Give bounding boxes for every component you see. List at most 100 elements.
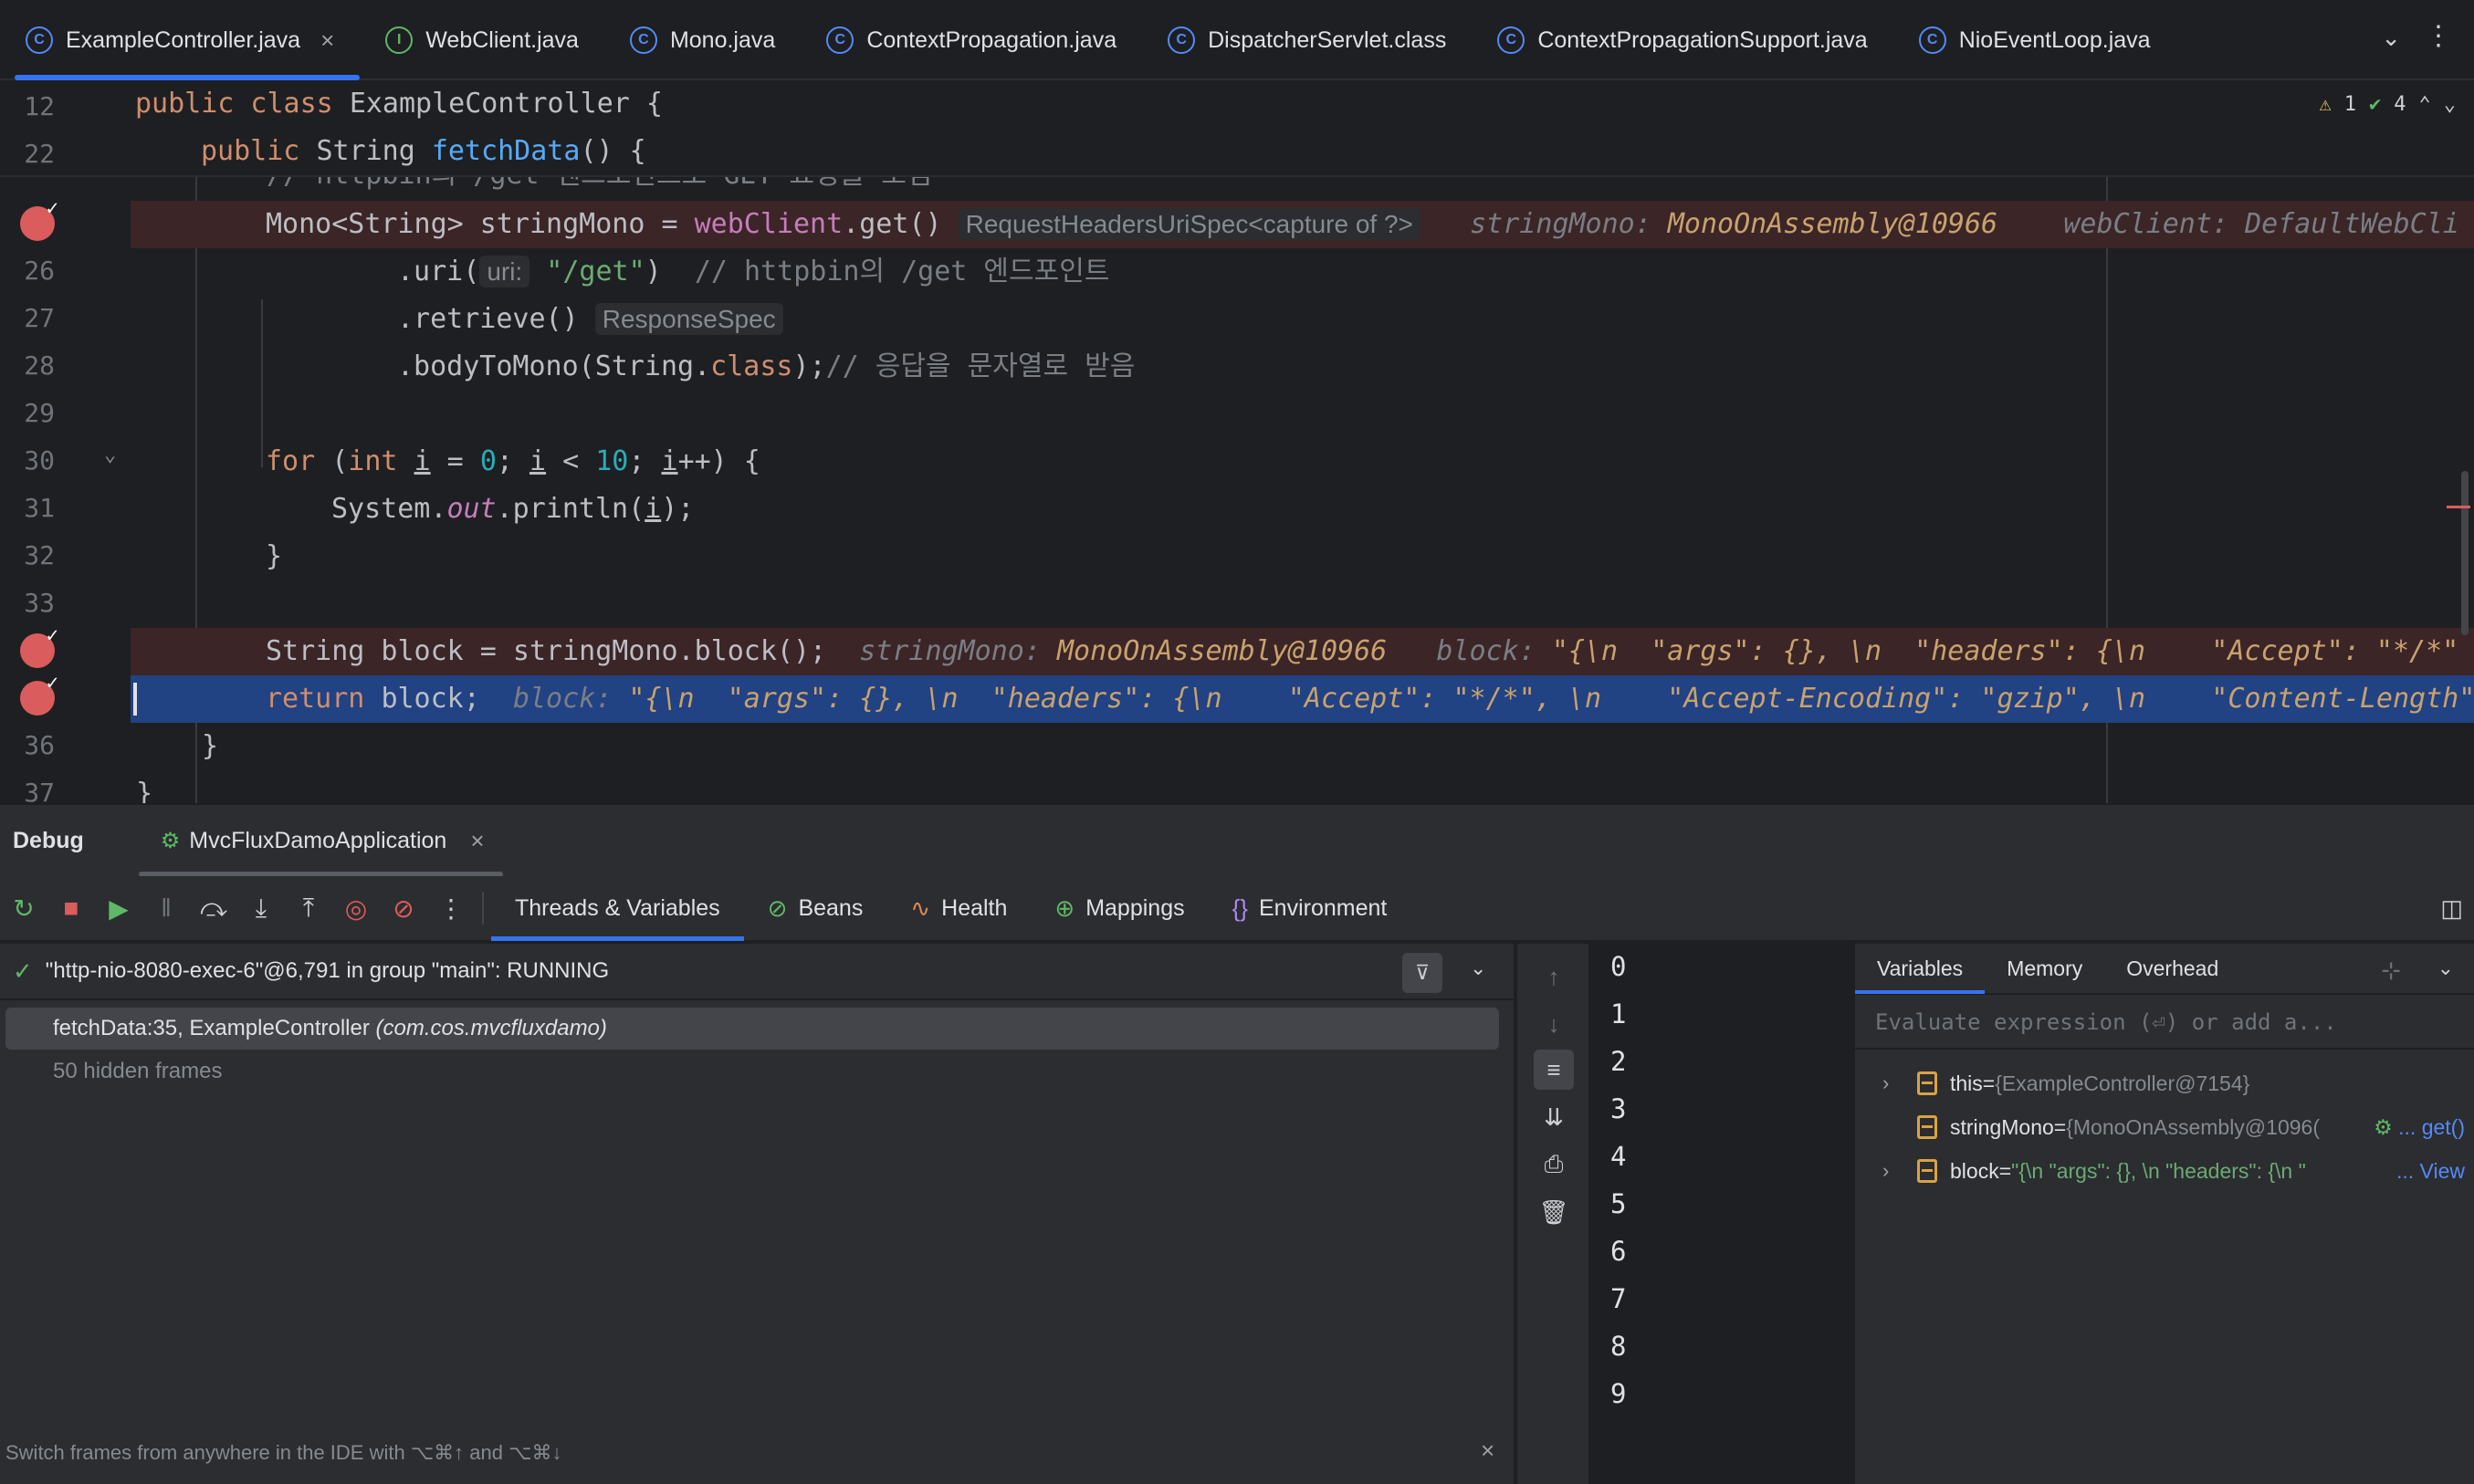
mute-breakpoints-icon[interactable]: ⊘	[380, 884, 427, 932]
scroll-to-end-icon[interactable]: ⇊	[1534, 1097, 1574, 1137]
tab-variables[interactable]: Variables	[1855, 943, 1986, 994]
check-icon: ✓	[13, 956, 33, 985]
tab-mappings[interactable]: ⊕ Mappings	[1031, 875, 1208, 941]
arrow-up-icon[interactable]: ↑	[1534, 956, 1574, 997]
code-line-30[interactable]: for (int i = 0; i < 10; i++) {	[132, 438, 2474, 486]
pause-icon[interactable]: ‖	[142, 884, 190, 932]
warning-icon: ⚠	[2319, 93, 2332, 116]
thread-selector[interactable]: ✓ "http-nio-8080-exec-6"@6,791 in group …	[0, 944, 1514, 1000]
tab-label: Mappings	[1085, 894, 1185, 921]
frame-method: fetchData:35, ExampleController	[53, 1016, 370, 1040]
tab-label: Variables	[1877, 956, 1964, 980]
console-line: 7	[1610, 1283, 1627, 1314]
resume-icon[interactable]: ▶	[95, 884, 142, 932]
code-line-34[interactable]: String block = stringMono.block(); strin…	[131, 628, 2474, 675]
step-over-icon[interactable]: ⤼	[190, 884, 237, 932]
chevron-right-icon[interactable]: ›	[1882, 1071, 1910, 1095]
evaluate-expression-input[interactable]: Evaluate expression (⏎) or add a...	[1855, 997, 2474, 1050]
step-into-icon[interactable]: ⤓	[237, 884, 285, 932]
more-options-icon[interactable]: ⋮	[2425, 20, 2452, 52]
stack-frame-row[interactable]: fetchData:35, ExampleController (com.cos…	[5, 1008, 1499, 1050]
soft-wrap-icon[interactable]: ≡	[1534, 1050, 1574, 1090]
debug-toolbar: ↻ ■ ▶ ‖ ⤼ ⤓ ⤒ ◎ ⊘ ⋮ Threads & Variables …	[0, 876, 2474, 942]
tab-threads-variables[interactable]: Threads & Variables	[491, 875, 744, 941]
sticky-scroll-header[interactable]: 12 public class ExampleController { 22 p…	[0, 82, 2474, 177]
close-icon[interactable]: ×	[320, 26, 334, 55]
tab-webclient[interactable]: I WebClient.java	[360, 0, 604, 80]
code-line-25[interactable]: Mono<String> stringMono = webClient.get(…	[131, 201, 2474, 248]
hidden-frames-toggle[interactable]: 50 hidden frames	[53, 1059, 222, 1084]
close-icon[interactable]: ×	[470, 827, 484, 855]
inspection-widget[interactable]: ⚠ 1 ✔ 4 ⌃ ⌄	[2320, 93, 2457, 116]
step-out-icon[interactable]: ⤒	[285, 884, 332, 932]
breakpoint-icon[interactable]	[20, 197, 58, 241]
line-number: 37	[24, 778, 55, 803]
print-icon[interactable]: ⎙	[1534, 1144, 1574, 1185]
more-options-icon[interactable]: ⋮	[427, 884, 475, 932]
tab-health[interactable]: ∿ Health	[886, 875, 1031, 941]
tab-memory[interactable]: Memory	[1985, 943, 2104, 994]
tab-contextpropagationsupport[interactable]: C ContextPropagationSupport.java	[1472, 0, 1892, 80]
view-link[interactable]: ... View	[2396, 1159, 2465, 1184]
tab-label: Memory	[2007, 956, 2083, 980]
tab-nioeventloop[interactable]: C NioEventLoop.java	[1893, 0, 2176, 80]
variable-row-block[interactable]: › block = "{\n "args": {}, \n "headers":…	[1855, 1150, 2474, 1192]
tab-label: Health	[941, 894, 1008, 921]
sticky-class-line[interactable]: public class ExampleController {	[135, 88, 663, 120]
variable-row-this[interactable]: › this = {ExampleController@7154}	[1855, 1062, 2474, 1104]
tab-environment[interactable]: {} Environment	[1209, 875, 1411, 941]
variable-icon	[1917, 1071, 1937, 1095]
stop-icon[interactable]: ■	[47, 884, 95, 932]
tab-mono[interactable]: C Mono.java	[604, 0, 801, 80]
line-number: 29	[24, 398, 55, 428]
tab-beans[interactable]: ⊘ Beans	[744, 875, 887, 941]
variable-icon	[1917, 1159, 1937, 1183]
code-line-26[interactable]: .uri(uri: "/get") // httpbin의 /get 엔드포인트	[132, 248, 2474, 296]
tab-dispatcherservlet[interactable]: C DispatcherServlet.class	[1142, 0, 1472, 80]
warning-count: 1	[2343, 93, 2356, 116]
filter-icon[interactable]: ⊽	[1402, 953, 1442, 993]
code-line-28[interactable]: .bodyToMono(String.class);// 응답을 문자열로 받음	[132, 343, 2474, 391]
add-watch-icon[interactable]: ⊹	[2381, 956, 2401, 985]
chevron-down-icon[interactable]: ⌄	[2437, 956, 2454, 980]
navigate-link[interactable]: ⚙ ... get()	[2374, 1115, 2465, 1140]
layout-icon[interactable]: ◫	[2440, 894, 2463, 923]
console-output[interactable]: 0 1 2 3 4 5 6 7 8 9	[1588, 944, 1853, 1484]
code-editor[interactable]: 12 public class ExampleController { 22 p…	[0, 82, 2474, 803]
editor-scrollbar[interactable]	[2461, 471, 2469, 635]
line-number: 27	[24, 303, 55, 333]
debug-session-tab[interactable]: ⚙ MvcFluxDamoApplication ×	[138, 804, 503, 877]
code-line-37[interactable]: }	[132, 770, 2474, 803]
rerun-icon[interactable]: ↻	[0, 884, 47, 932]
console-line: 2	[1610, 1046, 1627, 1077]
tip-text: Switch frames from anywhere in the IDE w…	[5, 1441, 562, 1464]
variable-row-stringmono[interactable]: stringMono = {MonoOnAssembly@1096( ⚙ ...…	[1855, 1106, 2474, 1148]
code-line-36[interactable]: }	[132, 723, 2474, 770]
code-line-32[interactable]: }	[132, 533, 2474, 580]
console-line: 4	[1610, 1141, 1627, 1172]
fold-icon[interactable]: ⌄	[104, 444, 116, 466]
sticky-method-line[interactable]: public String fetchData() {	[201, 135, 646, 167]
chevron-up-icon[interactable]: ⌃	[2419, 93, 2431, 116]
trash-icon[interactable]: 🗑	[1534, 1192, 1574, 1232]
tab-examplecontroller[interactable]: C ExampleController.java ×	[0, 0, 361, 80]
code-line-27[interactable]: .retrieve() ResponseSpec	[132, 296, 2474, 343]
breakpoint-icon[interactable]	[20, 624, 58, 668]
chevron-down-icon[interactable]: ⌄	[2381, 24, 2401, 52]
code-line-31[interactable]: System.out.println(i);	[132, 486, 2474, 533]
class-icon: C	[1168, 26, 1196, 54]
tab-overhead[interactable]: Overhead	[2104, 943, 2240, 994]
line-number: 28	[24, 350, 55, 381]
close-icon[interactable]: ×	[1481, 1437, 1494, 1465]
chevron-down-icon[interactable]: ⌄	[1470, 956, 1486, 980]
tab-contextpropagation[interactable]: C ContextPropagation.java	[801, 0, 1142, 80]
code-line-35[interactable]: return block; block: "{\n "args": {}, \n…	[131, 675, 2474, 723]
console-line: 5	[1610, 1188, 1627, 1219]
breakpoint-icon[interactable]	[20, 672, 58, 716]
view-breakpoints-icon[interactable]: ◎	[332, 884, 380, 932]
equals-sign: =	[1998, 1158, 2012, 1183]
chevron-down-icon[interactable]: ⌄	[2444, 93, 2456, 116]
arrow-down-icon[interactable]: ↓	[1534, 1004, 1574, 1044]
chevron-right-icon[interactable]: ›	[1882, 1159, 1910, 1183]
error-stripe-mark[interactable]	[2447, 506, 2470, 508]
